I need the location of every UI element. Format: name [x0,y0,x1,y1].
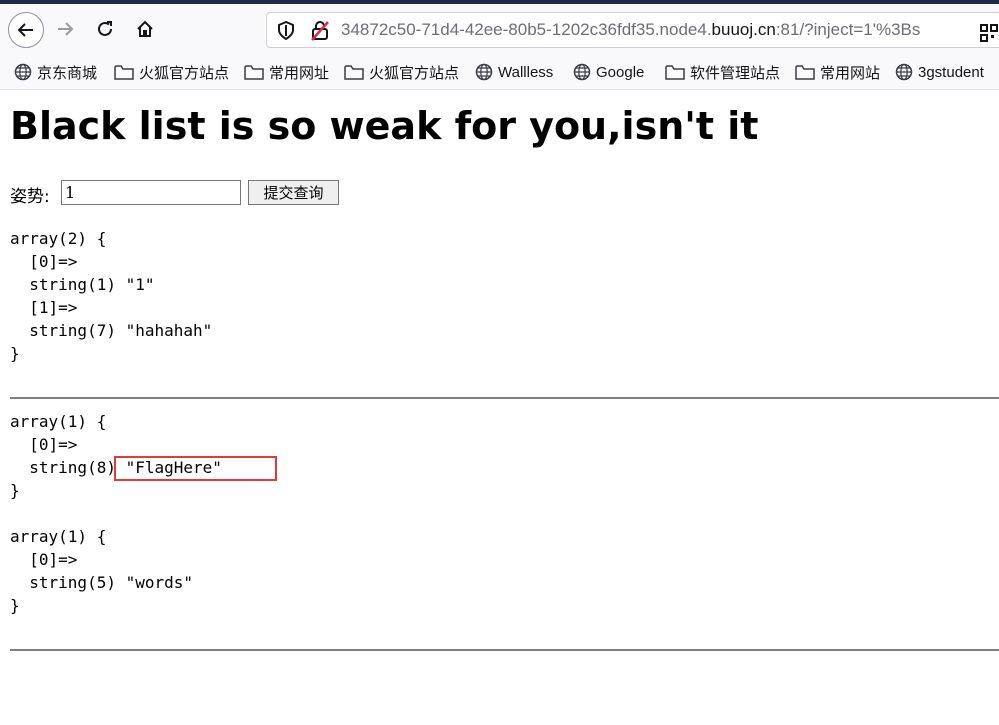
globe-icon [573,63,591,81]
home-button[interactable] [128,12,162,46]
home-icon [137,20,153,37]
browser-toolbar: 34872c50-71d4-42ee-80b5-1202c36fdf35.nod… [0,4,999,54]
folder-icon [114,64,134,80]
bookmark-label: Wallless [498,63,554,81]
bookmark-label: 火狐官方站点 [369,64,460,82]
page-title: Black list is so weak for you,isn't it [10,104,759,148]
folder-icon [665,64,685,80]
inject-label: 姿势: [10,187,50,207]
bookmark-label: 火狐官方站点 [139,64,230,82]
insecure-lock-icon[interactable] [311,21,329,41]
qr-code-icon[interactable] [980,24,998,42]
bookmark-item[interactable]: 京东商城 [14,62,97,82]
bookmark-item[interactable]: Wallless [475,62,553,82]
shield-icon[interactable] [277,21,295,41]
bookmark-label: 常用网址 [269,64,330,82]
folder-icon [795,64,815,80]
arrow-left-icon [17,23,33,37]
bookmark-label: 京东商城 [37,64,98,82]
bookmarks-toolbar: 京东商城 火狐官方站点 常用网址 火狐官方站点 Wallless Google … [0,54,999,90]
var-dump-3: array(1) { [0]=> string(5) "words" } [10,527,194,615]
arrow-right-icon [58,22,74,36]
globe-icon [475,63,493,81]
submit-query-button[interactable]: 提交查询 [248,180,339,205]
bookmark-label: Google [596,63,645,81]
bookmark-folder[interactable]: 常用网站 [795,62,880,82]
globe-icon [14,63,32,81]
forward-button[interactable] [48,12,82,46]
reload-icon [98,21,112,36]
bookmark-folder[interactable]: 火狐官方站点 [114,62,229,82]
reload-button[interactable] [88,12,122,46]
bookmark-item[interactable]: 3gstudent [895,62,984,82]
horizontal-rule [10,649,999,651]
bookmark-folder[interactable]: 火狐官方站点 [344,62,459,82]
url-prefix: 34872c50-71d4-42ee-80b5-1202c36fdf35.nod… [341,20,712,39]
bookmark-label: 软件管理站点 [690,64,781,82]
horizontal-rule [10,397,999,399]
url-suffix: :81/?inject=1'%3Bs [775,20,921,39]
back-button[interactable] [8,12,44,48]
url-text[interactable]: 34872c50-71d4-42ee-80b5-1202c36fdf35.nod… [341,20,920,40]
folder-icon [344,64,364,80]
flag-highlight-box [114,456,277,481]
url-domain: buuoj.cn [711,20,776,39]
bookmark-item[interactable]: Google [573,62,644,82]
address-bar[interactable]: 34872c50-71d4-42ee-80b5-1202c36fdf35.nod… [266,12,999,48]
bookmark-label: 3gstudent [918,63,984,81]
inject-input[interactable] [61,180,241,205]
bookmark-label: 常用网站 [820,64,881,82]
globe-icon [895,63,913,81]
bookmark-folder[interactable]: 软件管理站点 [665,62,780,82]
bookmark-folder[interactable]: 常用网址 [244,62,329,82]
var-dump-1: array(2) { [0]=> string(1) "1" [1]=> str… [10,229,213,363]
folder-icon [244,64,264,80]
